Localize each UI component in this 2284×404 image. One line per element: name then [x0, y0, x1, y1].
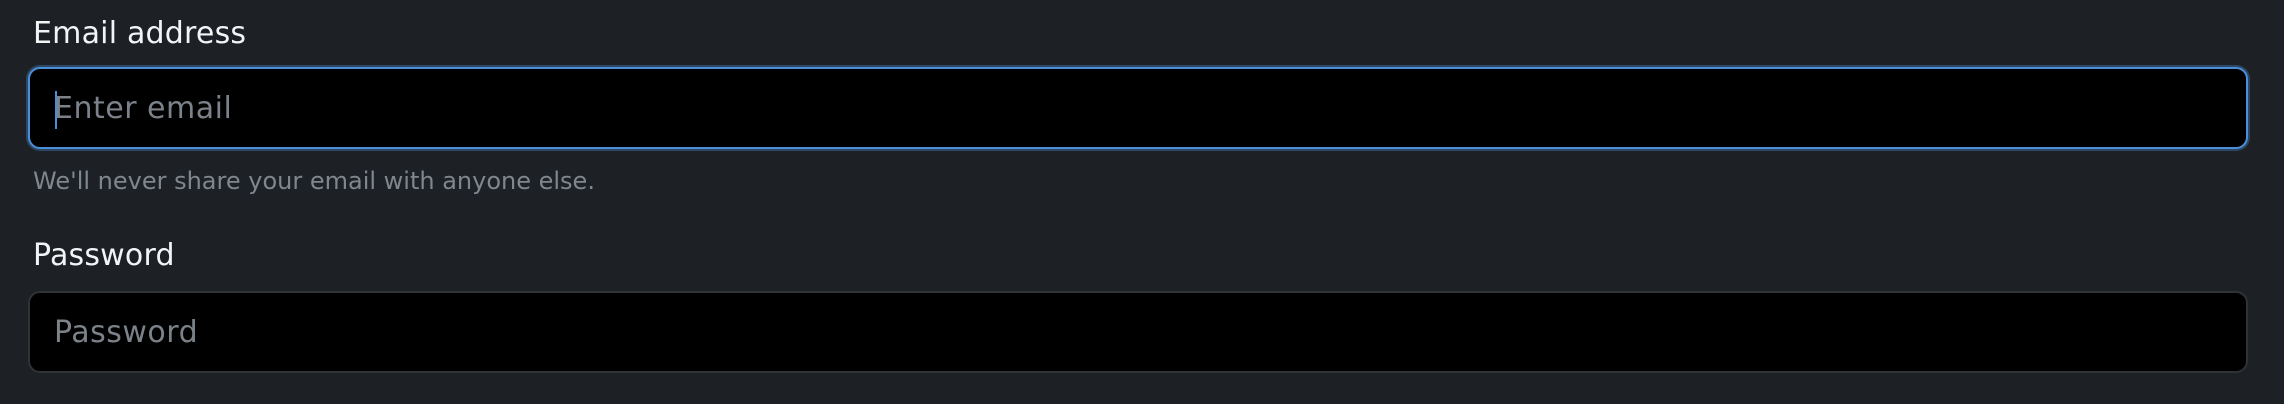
email-label: Email address — [33, 16, 247, 51]
text-caret — [55, 91, 57, 129]
password-input[interactable] — [54, 293, 2246, 371]
email-help-text: We'll never share your email with anyone… — [33, 167, 595, 195]
email-input[interactable] — [54, 69, 2246, 147]
password-label: Password — [33, 238, 175, 273]
email-field[interactable] — [28, 67, 2248, 149]
password-field[interactable] — [28, 291, 2248, 373]
login-form: Email address We'll never share your ema… — [0, 0, 2284, 404]
